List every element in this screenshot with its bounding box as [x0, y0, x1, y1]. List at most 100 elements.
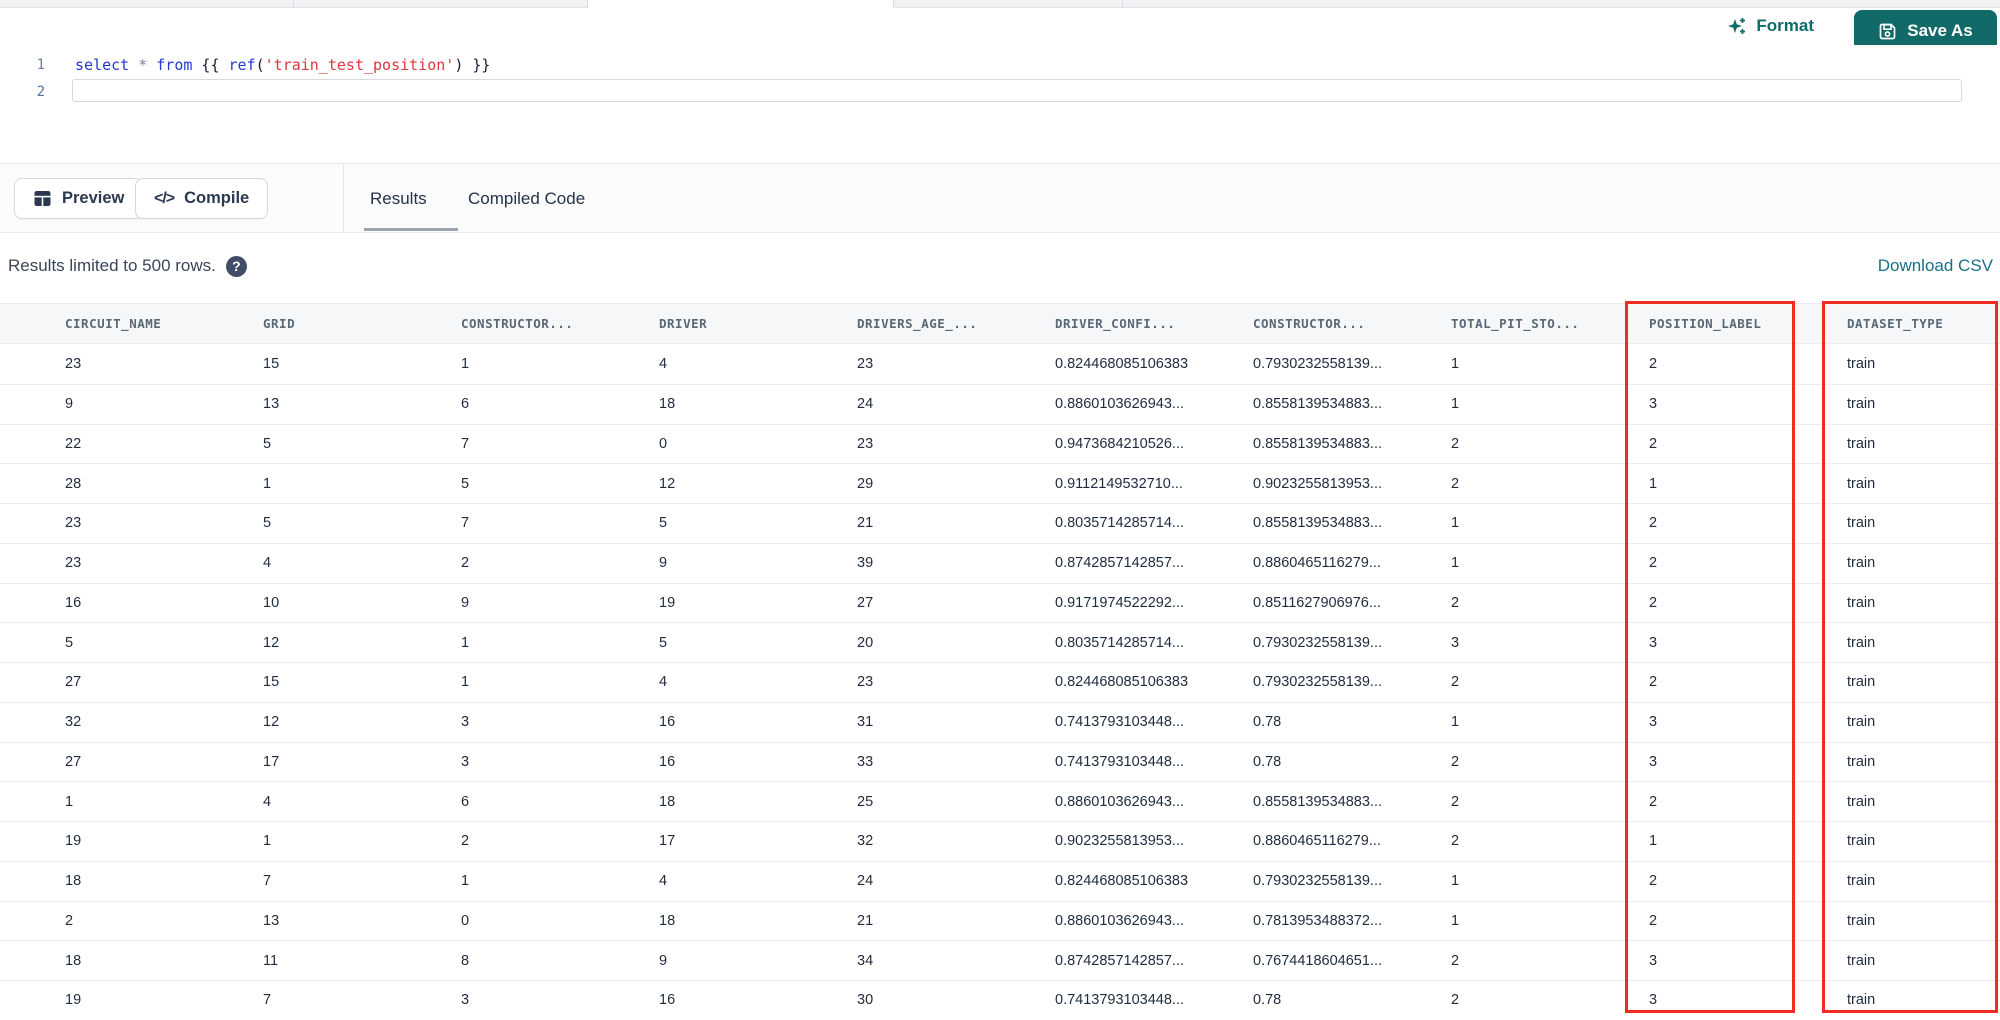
table-cell: 19 — [65, 992, 82, 1009]
table-cell: 32 — [857, 833, 874, 850]
table-cell: 32 — [65, 714, 82, 731]
code-line-row-2[interactable]: 2 — [0, 79, 2000, 106]
table-cell: 0.824468085106383 — [1055, 873, 1189, 890]
table-row[interactable]: 19 1 2 17 32 0.9023255813953... 0.886046511627… — [0, 822, 2000, 862]
table-cell: 2 — [461, 833, 470, 850]
table-cell: 2 — [1649, 674, 1658, 691]
table-cell: 0.7674418604651... — [1253, 952, 1383, 969]
table-cell: 18 — [65, 873, 82, 890]
table-cell: 3 — [461, 992, 470, 1009]
table-cell: 0.824468085106383 — [1055, 674, 1189, 691]
table-cell: 4 — [263, 793, 272, 810]
table-cell: train — [1847, 475, 1876, 492]
format-button[interactable]: Format — [1727, 16, 1814, 36]
table-cell: 18 — [659, 396, 676, 413]
tab-results[interactable]: Results — [370, 164, 427, 233]
table-cell: 0.7413793103448... — [1055, 992, 1185, 1009]
table-cell: 23 — [65, 356, 82, 373]
table-cell: 0.9112149532710... — [1055, 475, 1183, 492]
table-cell: 30 — [857, 992, 874, 1009]
help-icon[interactable]: ? — [225, 255, 247, 277]
table-cell: 2 — [1649, 555, 1658, 572]
table-cell: 0.8558139534883... — [1253, 435, 1383, 452]
table-row[interactable]: 2 13 0 18 21 0.8860103626943... 0.781395348837… — [0, 901, 2000, 942]
sql-editor[interactable]: 1 select * from {{ ref('train_test_posit… — [0, 45, 2000, 163]
table-row[interactable]: 32 12 3 16 31 0.7413793103448... 0.78 1 3 train — [0, 702, 2000, 743]
table-cell: 5 — [659, 634, 668, 651]
table-cell: 2 — [461, 555, 470, 572]
table-cell: 3 — [1649, 396, 1658, 413]
table-cell: train — [1847, 594, 1876, 611]
table-cell: 1 — [1451, 912, 1460, 929]
code-line-row-1[interactable]: 1 select * from {{ ref('train_test_posit… — [0, 52, 2000, 79]
table-row[interactable]: 16 10 9 19 27 0.9171974522292... 0.85116279069… — [0, 583, 2000, 624]
table-cell: 21 — [857, 912, 874, 929]
results-toolbar: Preview </> Compile Results Compiled Cod… — [0, 163, 2000, 233]
table-cell: train — [1847, 674, 1876, 691]
column-header: DATASET_TYPE — [1847, 316, 1944, 331]
table-cell: 9 — [659, 952, 668, 969]
tab-compiled-code[interactable]: Compiled Code — [468, 164, 585, 233]
table-cell: 1 — [1451, 714, 1460, 731]
table-row[interactable]: 23 15 1 4 23 0.824468085106383 0.7930232558139… — [0, 345, 2000, 385]
table-cell: 2 — [1649, 515, 1658, 532]
table-cell: 1 — [461, 674, 470, 691]
compile-button[interactable]: </> Compile — [135, 178, 269, 219]
table-cell: 0.7930232558139... — [1253, 634, 1383, 651]
preview-button[interactable]: Preview — [14, 178, 144, 219]
table-row[interactable]: 23 4 2 9 39 0.8742857142857... 0.8860465116279… — [0, 543, 2000, 584]
table-grid-icon — [33, 189, 52, 208]
table-cell: 1 — [461, 356, 470, 373]
table-cell: 28 — [65, 475, 82, 492]
table-cell: 7 — [461, 435, 470, 452]
tab-strip-divider — [893, 0, 894, 8]
table-cell: train — [1847, 714, 1876, 731]
table-cell: 1 — [263, 475, 272, 492]
table-cell: 2 — [1451, 674, 1460, 691]
table-cell: 27 — [857, 594, 874, 611]
table-cell: 0.7930232558139... — [1253, 356, 1383, 373]
table-cell: 25 — [857, 793, 874, 810]
table-cell: 2 — [1649, 435, 1658, 452]
table-cell: train — [1847, 435, 1876, 452]
table-cell: 3 — [461, 714, 470, 731]
code-token-plain: }} — [463, 56, 491, 74]
table-cell: 0.78 — [1253, 714, 1282, 731]
table-cell: 0.8558139534883... — [1253, 515, 1383, 532]
table-row[interactable]: 18 11 8 9 34 0.8742857142857... 0.767441860465… — [0, 941, 2000, 981]
table-row[interactable]: 23 5 7 5 21 0.8035714285714... 0.8558139534883… — [0, 504, 2000, 544]
table-cell: 0.9473684210526... — [1055, 435, 1185, 452]
table-cell: 2 — [1451, 793, 1460, 810]
code-token-string: 'train_test_position' — [264, 56, 455, 74]
table-cell: 24 — [857, 873, 874, 890]
table-row[interactable]: 22 5 7 0 23 0.9473684210526... 0.8558139534883… — [0, 424, 2000, 465]
code-line-1[interactable]: select * from {{ ref('train_test_positio… — [75, 52, 490, 79]
table-row[interactable]: 27 17 3 16 33 0.7413793103448... 0.78 2 3 train — [0, 742, 2000, 783]
table-cell: 18 — [659, 912, 676, 929]
table-cell: 1 — [1451, 873, 1460, 890]
table-row[interactable]: 5 12 1 5 20 0.8035714285714... 0.7930232558139… — [0, 623, 2000, 663]
table-cell: 2 — [1451, 594, 1460, 611]
results-limit-note: Results limited to 500 rows. ? — [8, 252, 247, 280]
table-cell: 12 — [263, 714, 280, 731]
table-cell: 3 — [461, 753, 470, 770]
table-row[interactable]: 1 4 6 18 25 0.8860103626943... 0.8558139534883… — [0, 782, 2000, 822]
table-cell: 2 — [1649, 793, 1658, 810]
table-row[interactable]: 9 13 6 18 24 0.8860103626943... 0.855813953488… — [0, 384, 2000, 425]
table-row[interactable]: 27 15 1 4 23 0.824468085106383 0.7930232558139… — [0, 663, 2000, 703]
table-cell: 1 — [1451, 356, 1460, 373]
table-cell: 31 — [857, 714, 874, 731]
download-csv-link[interactable]: Download CSV — [1878, 252, 1993, 280]
tab-strip-divider — [1122, 0, 1123, 8]
table-cell: 13 — [263, 912, 280, 929]
table-cell: 0.8558139534883... — [1253, 793, 1383, 810]
save-icon — [1878, 22, 1897, 41]
top-tab-strip — [0, 0, 2000, 8]
table-row[interactable]: 28 1 5 12 29 0.9112149532710... 0.902325581395… — [0, 464, 2000, 504]
code-token-keyword: from — [156, 56, 193, 74]
table-cell: 4 — [659, 873, 668, 890]
table-row[interactable]: 18 7 1 4 24 0.824468085106383 0.7930232558139.… — [0, 861, 2000, 902]
code-token-function: ref — [228, 56, 256, 74]
table-row[interactable]: 19 7 3 16 30 0.7413793103448... 0.78 2 3 train — [0, 981, 2000, 1020]
